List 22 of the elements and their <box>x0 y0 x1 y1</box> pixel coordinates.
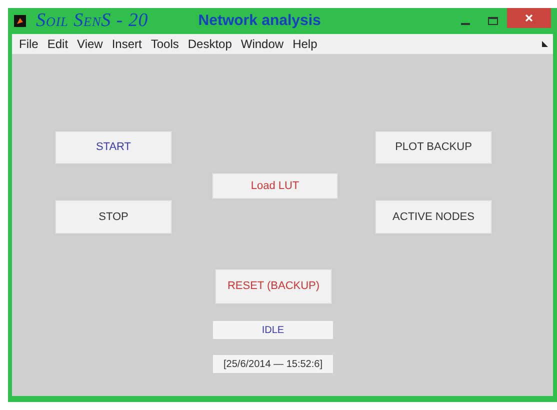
action-button[interactable]: Load LUT <box>212 173 338 199</box>
menu-item[interactable]: Desktop <box>184 35 236 53</box>
close-icon <box>525 14 533 22</box>
menu-item[interactable]: Help <box>288 35 322 53</box>
menu-item[interactable]: Tools <box>146 35 183 53</box>
window-title: Network analysis <box>198 10 321 31</box>
action-button[interactable]: PLOT BACKUP <box>375 131 492 164</box>
app-name: Soil SenS - 20 <box>36 8 148 33</box>
toolbar-toggle-icon[interactable] <box>542 41 548 47</box>
menu-item[interactable]: View <box>73 35 107 53</box>
status-text: IDLE <box>213 321 333 339</box>
menu-item[interactable]: Window <box>236 35 288 53</box>
action-button[interactable]: ACTIVE NODES <box>375 200 492 234</box>
action-button[interactable]: STOP <box>55 200 172 234</box>
close-button[interactable] <box>507 8 551 28</box>
menu-item[interactable]: Insert <box>108 35 146 53</box>
action-button[interactable]: START <box>55 131 172 164</box>
status-text: [25/6/2014 — 15:52:6] <box>213 355 333 373</box>
app-icon <box>14 15 26 27</box>
action-button[interactable]: RESET (BACKUP) <box>215 269 332 304</box>
menu-item[interactable]: Edit <box>43 35 72 53</box>
menu-item[interactable]: File <box>15 35 42 53</box>
